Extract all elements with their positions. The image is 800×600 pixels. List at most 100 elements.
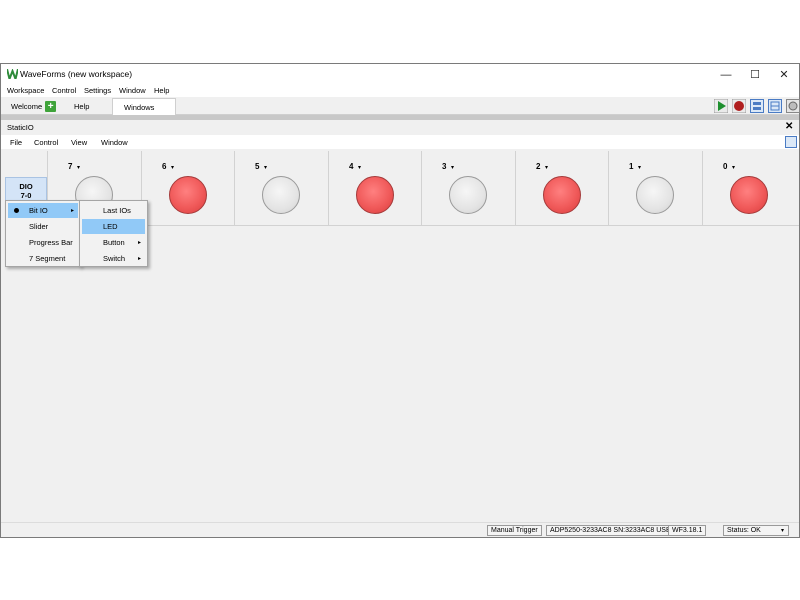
app-window: WaveForms (new workspace) — ☐ ✕ Workspac…	[0, 63, 800, 538]
add-tab-icon[interactable]: +	[45, 101, 57, 112]
bit-cell: 0 ▾	[702, 151, 799, 226]
panel-menu-view[interactable]: View	[71, 138, 87, 147]
bit-dropdown-icon[interactable]: ▾	[77, 164, 80, 171]
bit-dropdown-icon[interactable]: ▾	[732, 164, 735, 171]
submenu-arrow-icon: ▸	[137, 256, 141, 262]
submenu-arrow-icon: ▸	[137, 240, 141, 246]
led-indicator[interactable]	[449, 176, 487, 214]
menu-item-bit-io[interactable]: Bit IO ▸	[8, 203, 78, 218]
workspace-tab-bar: Welcome + Help Windows	[1, 97, 800, 116]
menu-workspace[interactable]: Workspace	[7, 86, 44, 95]
submenu-item-button[interactable]: Button ▸	[82, 235, 145, 250]
bit-dropdown-icon[interactable]: ▾	[638, 164, 641, 171]
bit-label: 1	[629, 162, 634, 171]
status-dropdown[interactable]: Status: OK ▾	[723, 525, 789, 536]
submenu-arrow-icon: ▸	[70, 208, 74, 214]
run-icon[interactable]	[714, 99, 728, 113]
menu-item-label: Progress Bar	[29, 238, 73, 247]
menu-bar: Workspace Control Settings Window Help	[1, 85, 799, 97]
led-indicator[interactable]	[730, 176, 768, 214]
bit-label: 5	[255, 162, 260, 171]
bit-cell: 3 ▾	[421, 151, 515, 226]
bit-label: 7	[68, 162, 73, 171]
led-indicator[interactable]	[636, 176, 674, 214]
led-indicator[interactable]	[169, 176, 207, 214]
bit-label: 0	[723, 162, 728, 171]
menu-item-label: Switch	[103, 254, 126, 263]
submenu: Last IOs LED Button ▸ Switch ▸	[79, 200, 148, 267]
context-menu: Bit IO ▸ Slider Progress Bar 7 Segment	[5, 200, 81, 267]
device-info[interactable]: ADP5250-3233AC8 SN:3233AC8 USB	[546, 525, 675, 536]
led-indicator[interactable]	[356, 176, 394, 214]
version-badge: WF3.18.1	[668, 525, 707, 536]
menu-item-progress-bar[interactable]: Progress Bar	[8, 235, 78, 250]
panel-close-icon[interactable]: ✕	[785, 121, 793, 132]
panel-menu-window[interactable]: Window	[101, 138, 128, 147]
menu-item-label: Button	[103, 238, 125, 247]
bit-dropdown-icon[interactable]: ▾	[171, 164, 174, 171]
led-indicator[interactable]	[262, 176, 300, 214]
panel-dock-icon[interactable]	[785, 136, 797, 148]
menu-help[interactable]: Help	[154, 86, 169, 95]
panel-menu-control[interactable]: Control	[34, 138, 58, 147]
layout-2-icon[interactable]	[768, 99, 782, 113]
status-bar: Manual Trigger ADP5250-3233AC8 SN:3233AC…	[1, 522, 799, 537]
title-bar: WaveForms (new workspace) — ☐ ✕	[1, 64, 799, 85]
minimize-button[interactable]: —	[711, 64, 741, 85]
menu-item-label: Slider	[29, 222, 49, 231]
panel-menu-file[interactable]: File	[10, 138, 22, 147]
bit-cell: 6 ▾	[141, 151, 234, 226]
menu-item-label: LED	[103, 222, 118, 231]
panel-menu-bar: File Control View Window	[1, 135, 799, 149]
menu-item-label: 7 Segment	[29, 254, 66, 263]
version-text: WF3.18.1	[672, 527, 703, 534]
close-button[interactable]: ✕	[769, 64, 799, 85]
led-indicator[interactable]	[543, 176, 581, 214]
menu-item-7-segment[interactable]: 7 Segment	[8, 251, 78, 266]
chevron-down-icon: ▾	[780, 528, 784, 534]
submenu-item-led[interactable]: LED	[82, 219, 145, 234]
bit-dropdown-icon[interactable]: ▾	[358, 164, 361, 171]
waveforms-logo-icon	[7, 69, 18, 79]
window-title: WaveForms (new workspace)	[20, 69, 133, 79]
bit-dropdown-icon[interactable]: ▾	[451, 164, 454, 171]
tab-welcome[interactable]: Welcome +	[2, 98, 57, 115]
tab-help-label: Help	[74, 102, 90, 111]
dio-label-line1: DIO	[19, 182, 33, 191]
bit-cell: 4 ▾	[328, 151, 421, 226]
panel-title: StaticIO	[7, 123, 34, 132]
manual-trigger-button[interactable]: Manual Trigger	[487, 525, 542, 536]
menu-settings[interactable]: Settings	[84, 86, 111, 95]
splitter[interactable]	[1, 115, 799, 120]
status-text: Status: OK	[727, 527, 761, 534]
menu-item-slider[interactable]: Slider	[8, 219, 78, 234]
stop-icon[interactable]	[732, 99, 746, 113]
maximize-icon: ☐	[750, 69, 760, 81]
bit-label: 3	[442, 162, 447, 171]
tab-windows-label: Windows	[124, 103, 155, 112]
submenu-item-last-ios[interactable]: Last IOs	[82, 203, 145, 218]
radio-bullet-icon	[14, 208, 19, 213]
bit-label: 2	[536, 162, 541, 171]
bit-cell: 1 ▾	[608, 151, 702, 226]
device-icon[interactable]	[786, 99, 800, 113]
panel-header: StaticIO ✕	[1, 121, 799, 133]
menu-item-label: Bit IO	[29, 206, 48, 215]
bit-dropdown-icon[interactable]: ▾	[545, 164, 548, 171]
tab-windows[interactable]: Windows	[112, 98, 176, 116]
maximize-button[interactable]: ☐	[740, 64, 770, 85]
close-icon: ✕	[779, 69, 789, 81]
submenu-item-switch[interactable]: Switch ▸	[82, 251, 145, 266]
bit-cell: 2 ▾	[515, 151, 608, 226]
tab-help[interactable]: Help	[57, 98, 112, 115]
bit-cell: 5 ▾	[234, 151, 328, 226]
bit-label: 4	[349, 162, 354, 171]
tab-welcome-label: Welcome	[11, 102, 43, 111]
minimize-icon: —	[720, 68, 732, 81]
layout-1-icon[interactable]	[750, 99, 764, 113]
menu-item-label: Last IOs	[103, 206, 131, 215]
bit-dropdown-icon[interactable]: ▾	[264, 164, 267, 171]
menu-control[interactable]: Control	[52, 86, 76, 95]
bit-label: 6	[162, 162, 167, 171]
menu-window[interactable]: Window	[119, 86, 146, 95]
